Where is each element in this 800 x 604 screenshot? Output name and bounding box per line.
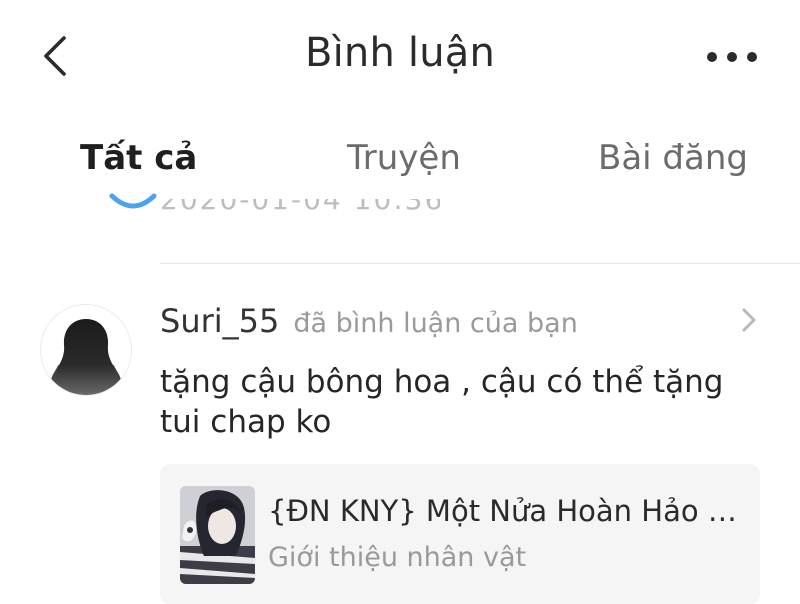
more-horizontal-icon xyxy=(707,52,757,62)
active-tab-indicator xyxy=(109,193,157,209)
tab-stories[interactable]: Truyện xyxy=(347,138,461,178)
notification-action: đã bình luận của bạn xyxy=(293,308,578,339)
more-options-button[interactable] xyxy=(704,45,760,69)
open-detail-button[interactable] xyxy=(740,306,758,334)
previous-item-timestamp: 2020-01-04 10:36:30 xyxy=(160,199,440,213)
tab-posts[interactable]: Bài đăng xyxy=(598,138,748,178)
story-card[interactable]: {ĐN KNY} Một Nửa Hoàn Hảo Củ... Giới thi… xyxy=(160,464,760,604)
top-bar: Bình luận xyxy=(0,0,800,115)
user-silhouette-icon xyxy=(47,319,125,395)
story-subtitle: Giới thiệu nhân vật xyxy=(268,542,527,573)
avatar[interactable] xyxy=(40,304,132,396)
story-cover-image xyxy=(180,486,255,584)
chevron-right-icon xyxy=(742,308,756,332)
notification-header: Suri_55 đã bình luận của bạn xyxy=(160,302,578,340)
tab-all[interactable]: Tất cả xyxy=(80,138,197,178)
comment-text: tặng cậu bông hoa , cậu có thể tặng tui … xyxy=(160,364,724,440)
story-title: {ĐN KNY} Một Nửa Hoàn Hảo Củ... xyxy=(268,494,738,528)
comment-notification-item[interactable]: Suri_55 đã bình luận của bạn tặng cậu bôn… xyxy=(0,264,800,604)
username[interactable]: Suri_55 xyxy=(160,302,279,340)
page-title: Bình luận xyxy=(304,30,496,76)
